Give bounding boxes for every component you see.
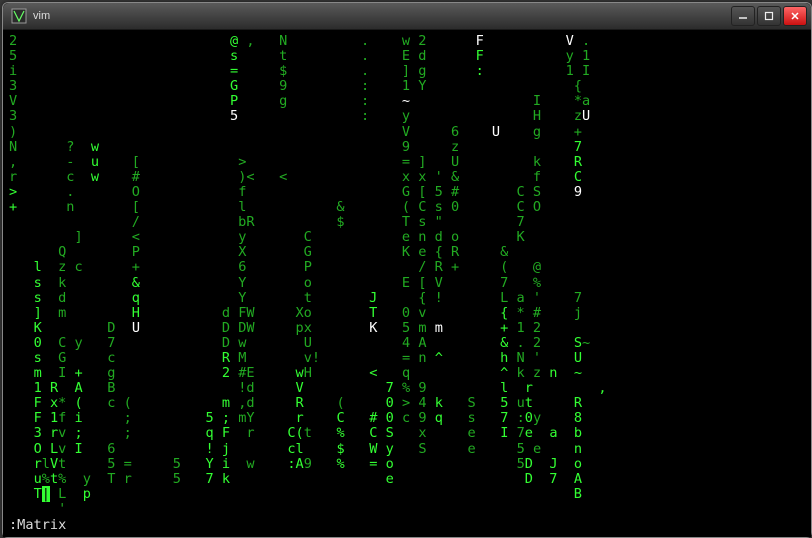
window-title: vim bbox=[33, 10, 50, 22]
maximize-button[interactable] bbox=[757, 6, 781, 26]
app-window: vim 2 @ , N . w 2 F V . 5 s t . bbox=[2, 2, 812, 538]
close-button[interactable] bbox=[783, 6, 807, 26]
minimize-button[interactable] bbox=[731, 6, 755, 26]
terminal-content: 2 @ , N . w 2 F V . 5 s t . E d F y 1 i … bbox=[3, 30, 811, 537]
vim-icon bbox=[11, 8, 27, 24]
matrix-rain: 2 @ , N . w 2 F V . 5 s t . E d F y 1 i … bbox=[9, 34, 805, 517]
titlebar[interactable]: vim bbox=[3, 3, 811, 30]
status-line: :Matrix bbox=[9, 517, 66, 533]
